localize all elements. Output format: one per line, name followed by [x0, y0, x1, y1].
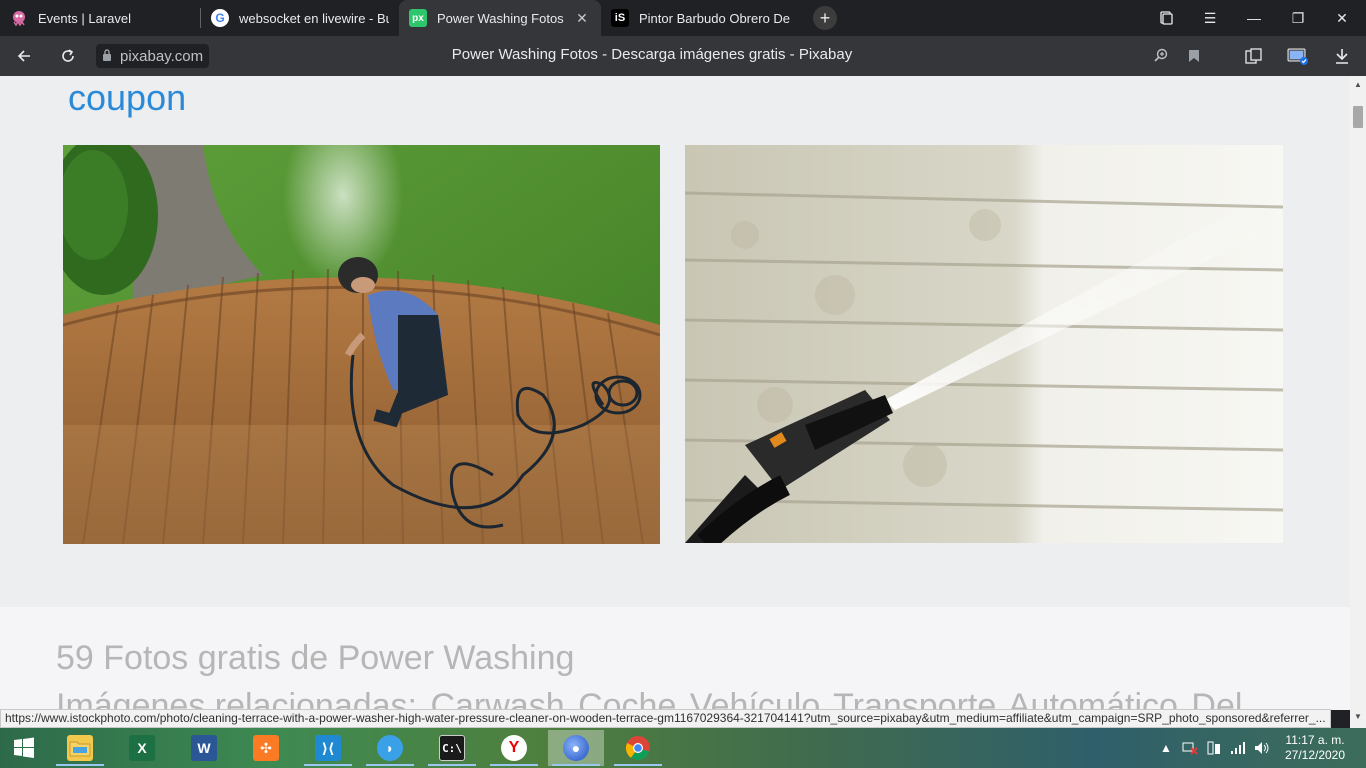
download-icon[interactable]: [1330, 44, 1354, 68]
taskbar-file-explorer[interactable]: [52, 730, 108, 766]
related-tag[interactable]: Del: [1191, 687, 1242, 710]
results-section: 59 Fotos gratis de Power Washing Imágene…: [0, 607, 1350, 710]
photo-siding-cleaning-image: [684, 145, 1284, 551]
network-disconnected-icon[interactable]: [1182, 728, 1198, 768]
word-icon: W: [191, 735, 217, 761]
close-icon[interactable]: ✕: [573, 10, 591, 27]
coupon-text[interactable]: coupon: [68, 76, 186, 120]
page-title: Power Washing Fotos - Descarga imágenes …: [451, 46, 853, 63]
new-tab-button[interactable]: +: [813, 6, 837, 30]
taskbar-xampp[interactable]: ✣: [238, 730, 294, 766]
photo-deck-cleaning[interactable]: [48, 105, 661, 545]
terminal-icon: C:\: [439, 735, 465, 761]
page-content: coupon 59 Fotos gratis de Power Washing …: [0, 76, 1350, 710]
taskbar-vscode[interactable]: ⟩⟨: [300, 730, 356, 766]
taskbar-terminal[interactable]: C:\: [424, 730, 480, 766]
tab-title: Power Washing Fotos - D: [437, 10, 567, 26]
link-status-bar: https://www.istockphoto.com/photo/cleani…: [0, 709, 1331, 728]
tab-laravel-events[interactable]: Events | Laravel: [0, 0, 200, 36]
elephant-icon: ◗: [377, 735, 403, 761]
clock-time: 11:17 a. m.: [1285, 733, 1345, 747]
yandex-icon: Y: [501, 735, 527, 761]
xampp-icon: ✣: [253, 735, 279, 761]
usb-device-icon[interactable]: [1206, 728, 1222, 768]
chrome-icon: [625, 735, 651, 761]
scroll-down-arrow-icon[interactable]: ▼: [1354, 712, 1362, 721]
scroll-thumb[interactable]: [1353, 106, 1363, 128]
photo-deck-cleaning-image: [48, 105, 661, 545]
istock-icon: iS: [611, 9, 629, 27]
tab-pixabay[interactable]: px Power Washing Fotos - D ✕: [399, 0, 601, 36]
tab-search-icon[interactable]: [1144, 0, 1188, 36]
tab-title: Events | Laravel: [38, 10, 131, 26]
related-images: Imágenes relacionadas: Carwash Coche Veh…: [56, 687, 1246, 710]
vertical-scrollbar[interactable]: ▲ ▼: [1350, 76, 1366, 728]
taskbar-word[interactable]: W: [176, 730, 232, 766]
related-label: Imágenes relacionadas:: [56, 687, 418, 710]
windows-logo-icon: [14, 737, 34, 758]
taskbar-chrome[interactable]: [610, 730, 666, 766]
results-heading: 59 Fotos gratis de Power Washing: [56, 639, 575, 677]
vscode-icon: ⟩⟨: [315, 735, 341, 761]
related-tag[interactable]: Transporte: [833, 687, 996, 710]
excel-icon: X: [129, 735, 155, 761]
profile-sync-icon[interactable]: [1286, 44, 1310, 68]
signal-icon[interactable]: [1230, 728, 1246, 768]
related-tag[interactable]: Automático: [1008, 687, 1178, 710]
scroll-up-arrow-icon[interactable]: ▲: [1354, 80, 1362, 89]
tab-title: websocket en livewire - Bu: [239, 10, 389, 26]
firefox-icon: ●: [563, 735, 589, 761]
minimize-icon[interactable]: —: [1232, 0, 1276, 36]
tab-title: Pintor Barbudo Obrero De: [639, 10, 791, 26]
taskbar-excel[interactable]: X: [114, 730, 170, 766]
restore-icon[interactable]: ❐: [1276, 0, 1320, 36]
tab-google-search[interactable]: G websocket en livewire - Bu: [201, 0, 399, 36]
windows-start-button[interactable]: [0, 730, 48, 766]
related-tag[interactable]: Vehículo: [690, 687, 820, 710]
google-icon: G: [211, 9, 229, 27]
bookmark-icon[interactable]: [1182, 44, 1206, 68]
windows-taskbar: X W ✣ ⟩⟨ ◗ C:\ Y ● ▲ 11:17 a. m. 27/12/2…: [0, 728, 1366, 768]
menu-icon[interactable]: ☰: [1188, 0, 1232, 36]
pixabay-icon: px: [409, 9, 427, 27]
photo-siding-cleaning[interactable]: [684, 145, 1284, 551]
tab-istock[interactable]: iS Pintor Barbudo Obrero De: [601, 0, 801, 36]
related-tag[interactable]: Coche: [578, 687, 676, 710]
zoom-icon[interactable]: [1149, 44, 1173, 68]
clock-date: 27/12/2020: [1284, 748, 1346, 762]
collections-icon[interactable]: [1242, 44, 1266, 68]
tray-overflow-icon[interactable]: ▲: [1160, 728, 1172, 768]
volume-icon[interactable]: [1254, 728, 1270, 768]
close-window-icon[interactable]: ✕: [1320, 0, 1364, 36]
related-tag[interactable]: Carwash: [430, 687, 564, 710]
folder-icon: [67, 735, 93, 761]
taskbar-tableplus[interactable]: ◗: [362, 730, 418, 766]
laravel-icon: [10, 9, 28, 27]
taskbar-clock[interactable]: 11:17 a. m. 27/12/2020: [1282, 733, 1348, 763]
taskbar-yandex-browser[interactable]: Y: [486, 730, 542, 766]
taskbar-firefox[interactable]: ●: [548, 730, 604, 766]
